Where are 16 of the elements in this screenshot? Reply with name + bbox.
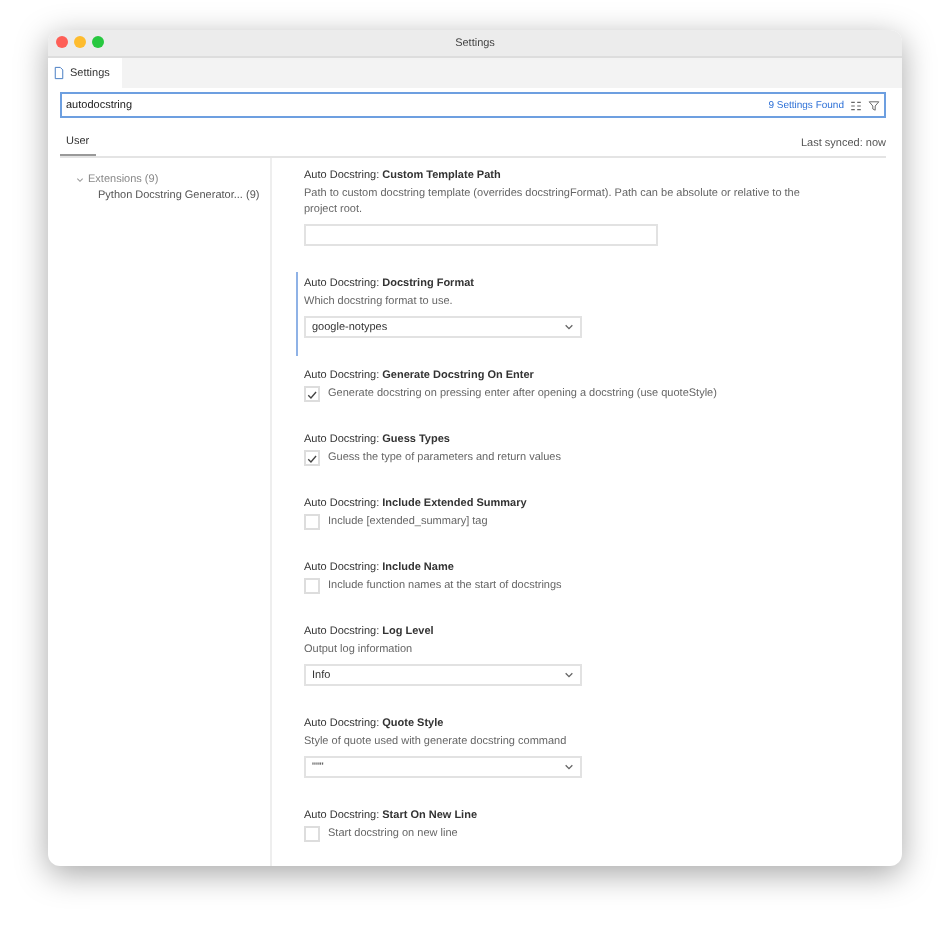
maximize-button[interactable]	[92, 36, 104, 48]
checkbox[interactable]	[304, 826, 320, 842]
checkbox[interactable]	[304, 450, 320, 466]
minimize-button[interactable]	[74, 36, 86, 48]
chevron-down-icon	[564, 670, 574, 680]
close-button[interactable]	[56, 36, 68, 48]
checkbox[interactable]	[304, 514, 320, 530]
chevron-down-icon	[564, 762, 574, 772]
checkbox[interactable]	[304, 386, 320, 402]
checkbox[interactable]	[304, 578, 320, 594]
text-field[interactable]	[304, 224, 658, 246]
list-filter-icon[interactable]	[850, 99, 862, 111]
filter-icon[interactable]	[868, 99, 880, 111]
chevron-icon	[76, 176, 84, 184]
chevron-down-icon	[564, 322, 574, 332]
file-icon	[54, 66, 64, 80]
